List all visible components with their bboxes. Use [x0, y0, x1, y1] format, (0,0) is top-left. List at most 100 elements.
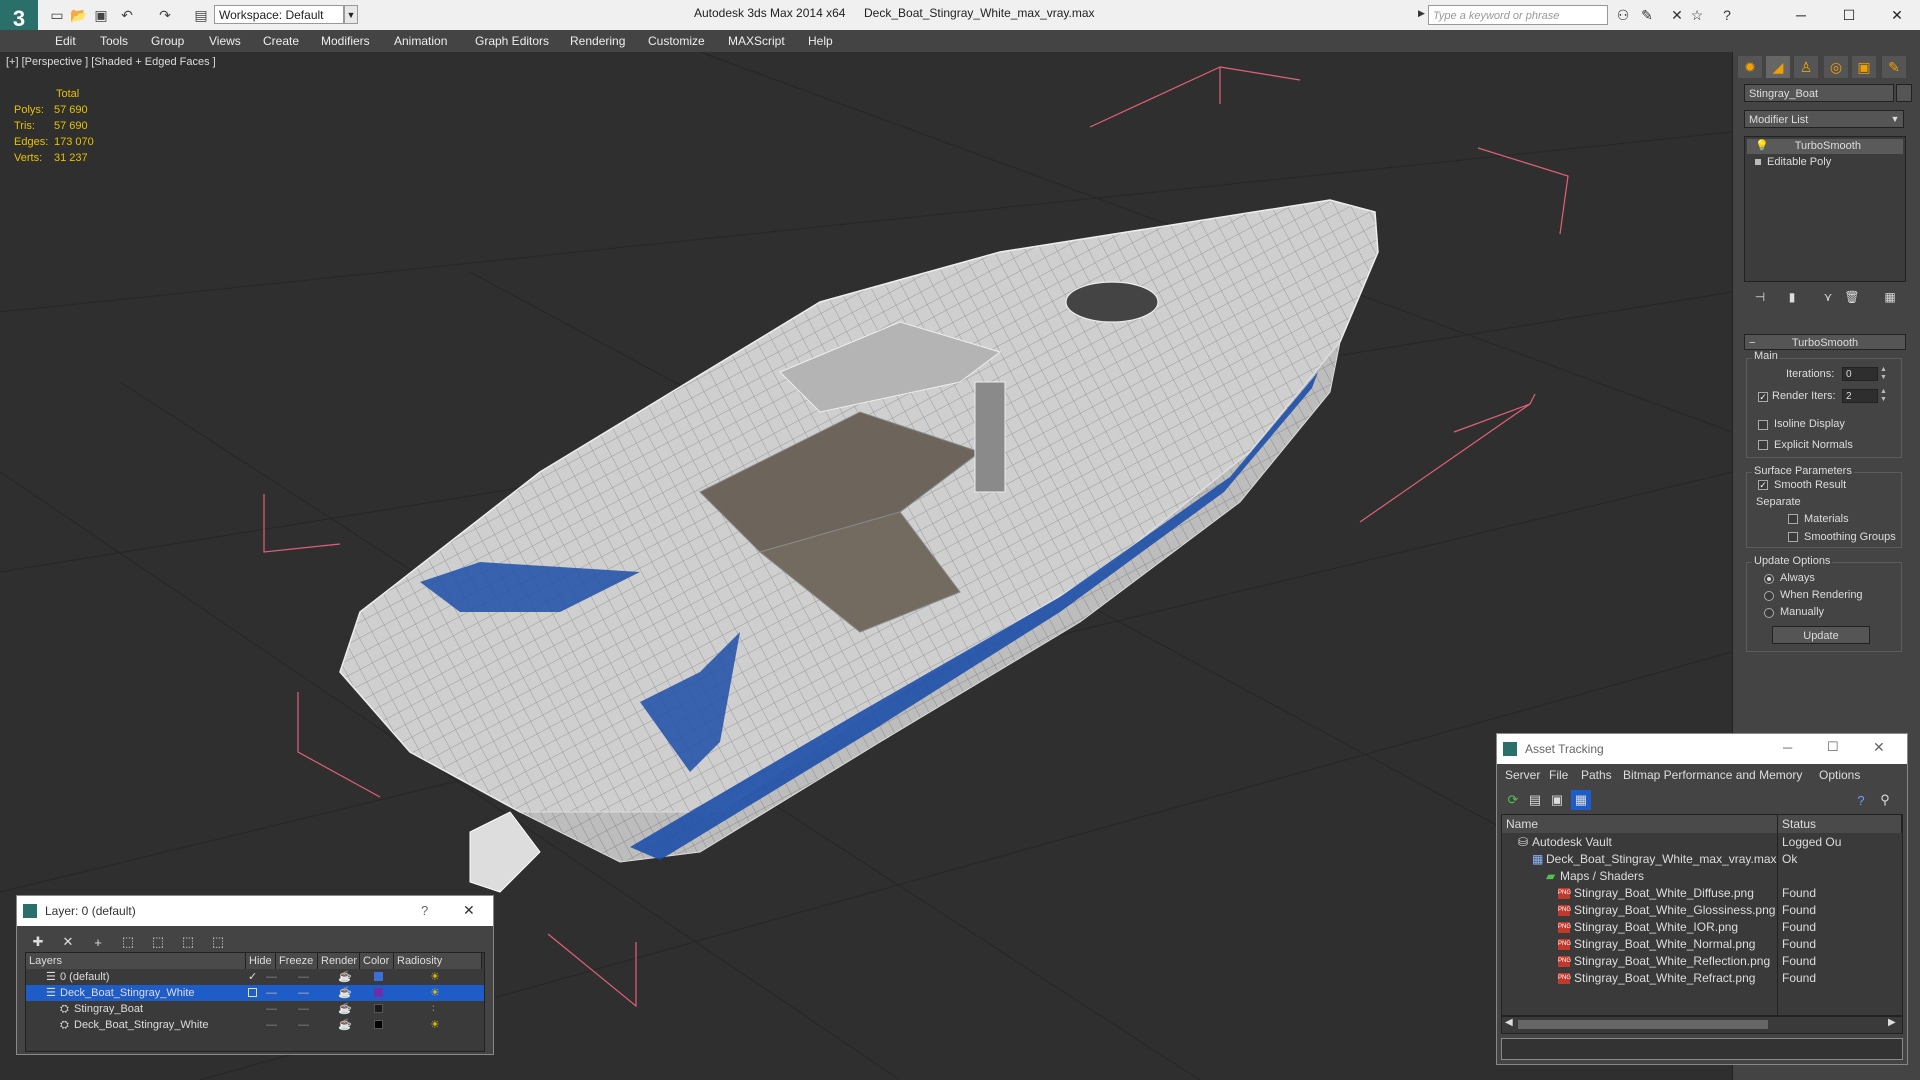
menu-options[interactable]: Options — [1819, 768, 1860, 782]
highlight-selected-icon[interactable]: ⬚ — [147, 932, 169, 952]
lightbulb-icon[interactable]: 💡 — [1755, 140, 1769, 152]
render-teapot-icon[interactable]: ☕ — [338, 985, 352, 1001]
render-iters-checkbox[interactable]: ✓ — [1758, 392, 1768, 402]
undo-icon[interactable]: ↶ — [118, 6, 136, 24]
configure-sets-icon[interactable]: ▦ — [1880, 288, 1900, 306]
make-unique-icon[interactable]: ⋎ — [1818, 288, 1838, 306]
viewport-label[interactable]: [+] [Perspective ] [Shaded + Edged Faces… — [6, 56, 216, 68]
object-name-field[interactable]: Stingray_Boat — [1744, 84, 1894, 102]
col-freeze[interactable]: Freeze — [276, 953, 318, 969]
add-to-layer-icon[interactable]: + — [87, 932, 109, 952]
layer-row[interactable]: ⛭ Stingray_Boat — — ☕ ∶ — [26, 1001, 484, 1017]
asset-row[interactable]: PNG Stingray_Boat_White_Refract.png Foun… — [1502, 970, 1902, 987]
new-file-icon[interactable]: ▭ — [48, 6, 66, 24]
close-icon[interactable]: ✕ — [463, 902, 475, 919]
menu-animation[interactable]: Animation — [394, 30, 447, 52]
search-expand-icon[interactable]: ▶ — [1418, 8, 1425, 19]
radiosity-dot-icon[interactable]: ∶ — [432, 1001, 435, 1017]
stack-item-editable-poly[interactable]: Editable Poly — [1747, 155, 1903, 170]
project-folder-icon[interactable]: ▤ — [192, 6, 210, 24]
menu-maxscript[interactable]: MAXScript — [728, 30, 785, 52]
asset-row[interactable]: PNG Stingray_Boat_White_IOR.png Found — [1502, 919, 1902, 936]
table-view-icon[interactable]: ▦ — [1571, 790, 1591, 810]
hide-toggle[interactable]: — — [266, 969, 277, 985]
workspace-dropdown[interactable]: Workspace: Default — [214, 5, 344, 24]
asset-row[interactable]: PNG Stingray_Boat_White_Normal.png Found — [1502, 936, 1902, 953]
menu-rendering[interactable]: Rendering — [570, 30, 625, 52]
help-button[interactable]: ? — [421, 903, 428, 918]
materials-checkbox[interactable] — [1788, 514, 1798, 524]
minimize-icon[interactable]: ─ — [1778, 0, 1824, 30]
smoothing-groups-checkbox[interactable] — [1788, 532, 1798, 542]
maximize-icon[interactable]: ☐ — [1826, 0, 1872, 30]
asset-row[interactable]: ▰ Maps / Shaders — [1502, 868, 1902, 885]
update-button[interactable]: Update — [1772, 626, 1870, 644]
render-teapot-icon[interactable]: ☕ — [338, 1017, 352, 1033]
scroll-left-icon[interactable]: ◀ — [1505, 1017, 1513, 1028]
redo-icon[interactable]: ↷ — [156, 6, 174, 24]
menu-tools[interactable]: Tools — [100, 30, 128, 52]
horizontal-scrollbar[interactable]: ◀ ▶ — [1501, 1016, 1903, 1034]
layer-dialog-titlebar[interactable]: Layer: 0 (default) ? ✕ — [17, 896, 493, 926]
menu-graph-editors[interactable]: Graph Editors — [475, 30, 549, 52]
modify-tab-icon[interactable]: ◢ — [1766, 56, 1790, 78]
menu-file[interactable]: File — [1549, 768, 1568, 782]
explicit-normals-checkbox[interactable] — [1758, 440, 1768, 450]
help-pointer-icon[interactable]: ⚲ — [1875, 790, 1895, 810]
menu-views[interactable]: Views — [209, 30, 241, 52]
spinner-arrows-icon[interactable]: ▲ ▼ — [1880, 366, 1887, 382]
radiosity-icon[interactable]: ☀ — [430, 1017, 440, 1033]
motion-tab-icon[interactable]: ◎ — [1824, 56, 1848, 78]
menu-bitmap-performance[interactable]: Bitmap Performance and Memory — [1623, 768, 1802, 782]
when-rendering-radio[interactable] — [1764, 591, 1774, 601]
freeze-toggle[interactable]: — — [298, 969, 309, 985]
display-tab-icon[interactable]: ▣ — [1852, 56, 1876, 78]
col-layers[interactable]: Layers — [26, 953, 246, 969]
modifier-list-dropdown[interactable]: Modifier List — [1744, 110, 1904, 128]
layer-color-swatch[interactable] — [374, 988, 383, 997]
layer-row[interactable]: ☰ 0 (default) ✓ — — ☕ ☀ — [26, 969, 484, 985]
col-hide[interactable]: Hide — [246, 953, 276, 969]
iterations-spinner[interactable]: 0 — [1842, 367, 1878, 381]
asset-row[interactable]: ⛁ Autodesk Vault Logged Ou — [1502, 834, 1902, 851]
create-layer-icon[interactable]: ✚ — [27, 932, 49, 952]
col-render[interactable]: Render — [318, 953, 360, 969]
close-icon[interactable]: ✕ — [1874, 0, 1920, 30]
asset-row[interactable]: PNG Stingray_Boat_White_Reflection.png F… — [1502, 953, 1902, 970]
close-icon[interactable]: ✕ — [1873, 739, 1885, 756]
scroll-right-icon[interactable]: ▶ — [1888, 1017, 1896, 1028]
maximize-icon[interactable]: ☐ — [1827, 739, 1839, 755]
smooth-result-checkbox[interactable]: ✓ — [1758, 480, 1768, 490]
menu-paths[interactable]: Paths — [1581, 768, 1612, 782]
active-box-icon[interactable] — [248, 988, 257, 997]
search-input[interactable]: Type a keyword or phrase — [1428, 5, 1608, 25]
list-view-icon[interactable]: ▤ — [1525, 790, 1545, 810]
radiosity-icon[interactable]: ☀ — [430, 985, 440, 1001]
active-check-icon[interactable]: ✓ — [248, 969, 257, 985]
menu-server[interactable]: Server — [1505, 768, 1540, 782]
rollout-turbosmooth[interactable]: − TurboSmooth — [1744, 334, 1906, 350]
communication-icon[interactable]: ✕ — [1668, 6, 1686, 24]
minimize-icon[interactable]: ─ — [1783, 740, 1792, 755]
col-color[interactable]: Color — [360, 953, 394, 969]
remove-modifier-icon[interactable]: 🗑 — [1842, 288, 1862, 306]
render-teapot-icon[interactable]: ☕ — [338, 1001, 352, 1017]
hide-all-icon[interactable]: ⬚ — [177, 932, 199, 952]
menu-group[interactable]: Group — [151, 30, 184, 52]
asset-row[interactable]: ▦ Deck_Boat_Stingray_White_max_vray.max … — [1502, 851, 1902, 868]
hierarchy-tab-icon[interactable]: ♙ — [1794, 56, 1818, 78]
asset-dialog-titlebar[interactable]: Asset Tracking ─ ☐ ✕ — [1497, 734, 1907, 764]
isoline-display-checkbox[interactable] — [1758, 420, 1768, 430]
thumbnail-view-icon[interactable]: ▣ — [1547, 790, 1567, 810]
hide-toggle[interactable]: — — [266, 1017, 277, 1033]
favorites-star-icon[interactable]: ☆ — [1688, 6, 1706, 24]
show-end-result-icon[interactable]: ▮ — [1782, 288, 1802, 306]
menu-modifiers[interactable]: Modifiers — [321, 30, 370, 52]
render-iters-spinner[interactable]: 2 — [1842, 389, 1878, 403]
stack-item-turbosmooth[interactable]: 💡 TurboSmooth — [1747, 139, 1903, 154]
col-name[interactable]: Name — [1502, 815, 1778, 833]
layer-row-selected[interactable]: ☰ Deck_Boat_Stingray_White — — ☕ ☀ — [26, 985, 484, 1001]
select-objects-icon[interactable]: ⬚ — [117, 932, 139, 952]
spinner-arrows-icon[interactable]: ▲ ▼ — [1880, 388, 1887, 404]
chevron-down-icon[interactable]: ▼ — [1886, 110, 1904, 128]
